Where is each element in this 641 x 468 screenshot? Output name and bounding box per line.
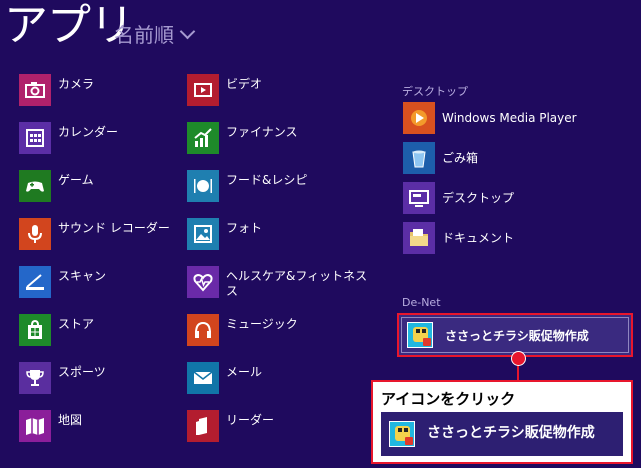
app-label: ゲーム <box>58 173 94 187</box>
app-label: デスクトップ <box>442 191 515 205</box>
app-label: カレンダー <box>58 125 119 139</box>
group-header: De-Net <box>402 296 441 309</box>
media-player-icon <box>403 102 435 134</box>
app-tile-sasatto-selected[interactable]: ささっとチラシ販促物作成 <box>397 313 633 357</box>
store-icon <box>19 314 51 346</box>
app-label: ヘルスケア&フィットネス <box>226 269 368 283</box>
app-label: ビデオ <box>226 77 263 91</box>
callout-app-label: ささっとチラシ販促物作成 <box>427 425 595 441</box>
finance-chart-icon <box>187 122 219 154</box>
documents-folder-icon <box>403 222 435 254</box>
app-label: Windows Media Player <box>442 111 577 125</box>
app-label: スポーツ <box>58 365 106 379</box>
app-label: ドキュメント <box>442 231 515 245</box>
heart-pulse-icon <box>187 266 219 298</box>
callout-app-preview: ささっとチラシ販促物作成 <box>381 412 623 456</box>
app-label: ささっとチラシ販促物作成 <box>445 329 589 343</box>
app-label: 地図 <box>58 413 83 427</box>
calendar-icon <box>19 122 51 154</box>
app-label: スキャン <box>58 269 107 283</box>
group-header: デスクトップ <box>402 85 468 98</box>
gamepad-icon <box>19 170 51 202</box>
camera-icon <box>19 74 51 106</box>
scanner-icon <box>19 266 51 298</box>
headphones-icon <box>187 314 219 346</box>
app-label: ごみ箱 <box>442 151 479 165</box>
reader-icon <box>187 410 219 442</box>
chevron-down-icon <box>179 23 196 40</box>
app-label: リーダー <box>226 413 275 427</box>
app-label-line2: ス <box>226 284 239 298</box>
app-label: メール <box>226 365 263 379</box>
sasatto-app-icon <box>407 322 433 348</box>
microphone-icon <box>19 218 51 250</box>
trophy-icon <box>19 362 51 394</box>
app-label: カメラ <box>58 77 95 91</box>
food-icon <box>187 170 219 202</box>
sort-label: 名前順 <box>114 23 174 47</box>
app-label: ミュージック <box>226 317 298 331</box>
callout-pointer-dot <box>511 351 526 366</box>
sasatto-app-icon <box>389 421 415 447</box>
app-label: サウンド レコーダー <box>58 221 170 235</box>
video-icon <box>187 74 219 106</box>
mail-icon <box>187 362 219 394</box>
desktop-icon <box>403 182 435 214</box>
callout-title: アイコンをクリック <box>381 390 516 408</box>
photo-icon <box>187 218 219 250</box>
app-label: フード&レシピ <box>226 173 308 187</box>
instruction-callout: アイコンをクリック ささっとチラシ販促物作成 <box>371 380 633 464</box>
app-label: ストア <box>58 317 95 331</box>
map-icon <box>19 410 51 442</box>
app-label: ファイナンス <box>226 125 298 139</box>
app-label: フォト <box>226 221 263 235</box>
recycle-bin-icon <box>403 142 435 174</box>
sort-dropdown[interactable]: 名前順 <box>114 22 196 48</box>
